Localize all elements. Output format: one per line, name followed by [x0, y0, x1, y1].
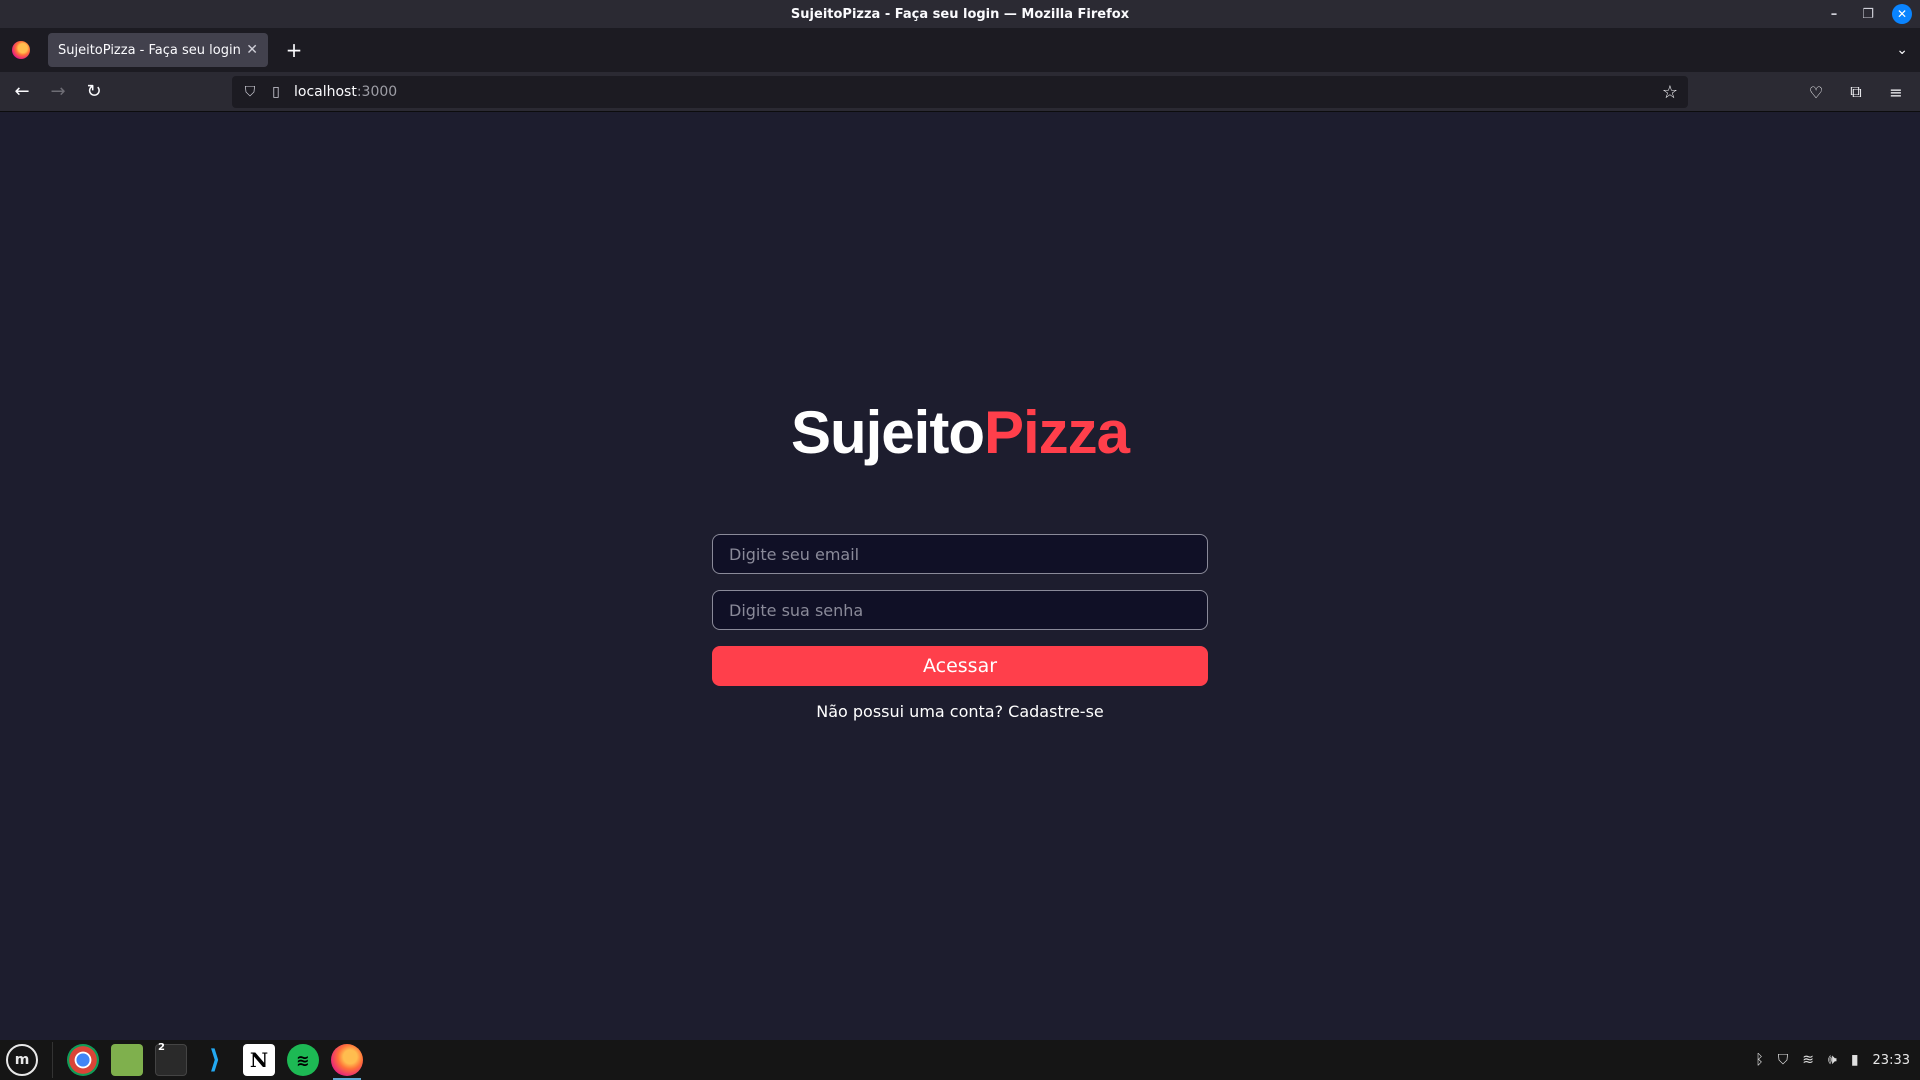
logo-text-sujeito: Sujeito	[790, 399, 985, 466]
vscode-icon[interactable]: ⟩	[199, 1044, 231, 1076]
maximize-icon[interactable]: ❐	[1858, 4, 1878, 24]
tab-active[interactable]: SujeitoPizza - Faça seu login ✕	[48, 33, 268, 67]
taskbar: m 2 ⟩ N ≋ ᛒ ⛉ ≋ 🕪 ▮ 23:33	[0, 1040, 1920, 1080]
shield-icon[interactable]: ⛉	[1778, 1052, 1789, 1068]
tracking-protection-icon[interactable]: ⛉	[242, 84, 258, 100]
bookmark-star-icon[interactable]: ☆	[1662, 82, 1678, 103]
list-all-tabs-icon[interactable]: ⌄	[1896, 42, 1908, 58]
notion-icon[interactable]: N	[243, 1044, 275, 1076]
firefox-view-icon[interactable]	[12, 41, 30, 59]
taskbar-separator	[52, 1042, 53, 1078]
signup-link[interactable]: Não possui uma conta? Cadastre-se	[712, 702, 1208, 721]
menu-icon[interactable]: ≡	[1882, 78, 1910, 106]
app-logo: SujeitoPizza	[0, 398, 1920, 467]
close-window-icon[interactable]: ✕	[1892, 4, 1912, 24]
toolbar-right: ♡ ⧉ ≡	[1802, 78, 1910, 106]
tab-title: SujeitoPizza - Faça seu login	[58, 42, 241, 58]
login-form: Digite seu email Digite sua senha Acessa…	[712, 534, 1208, 721]
pocket-icon[interactable]: ♡	[1802, 78, 1830, 106]
email-input[interactable]: Digite seu email	[712, 534, 1208, 574]
window-titlebar: SujeitoPizza - Faça seu login — Mozilla …	[0, 0, 1920, 28]
clock[interactable]: 23:33	[1873, 1053, 1910, 1068]
system-tray: ᛒ ⛉ ≋ 🕪 ▮ 23:33	[1755, 1040, 1910, 1080]
extensions-icon[interactable]: ⧉	[1842, 78, 1870, 106]
new-tab-icon[interactable]: +	[282, 38, 306, 62]
spotify-icon[interactable]: ≋	[287, 1044, 319, 1076]
chrome-icon[interactable]	[67, 1044, 99, 1076]
tab-strip: SujeitoPizza - Faça seu login ✕ + ⌄	[0, 28, 1920, 72]
logo-text-pizza: Pizza	[983, 399, 1130, 466]
page-content: SujeitoPizza Digite seu email Digite sua…	[0, 112, 1920, 1040]
volume-icon[interactable]: 🕪	[1828, 1052, 1837, 1068]
terminal-window-count: 2	[158, 1042, 165, 1053]
forward-icon[interactable]: →	[44, 78, 72, 106]
navigation-toolbar: ← → ↻ ⛉ ▯ localhost:3000 ☆ ♡ ⧉ ≡	[0, 72, 1920, 112]
battery-icon[interactable]: ▮	[1851, 1052, 1859, 1068]
window-controls: – ❐ ✕	[1824, 4, 1912, 24]
start-menu-icon[interactable]: m	[6, 1044, 38, 1076]
firefox-taskbar-icon[interactable]	[331, 1044, 363, 1080]
window-title: SujeitoPizza - Faça seu login — Mozilla …	[790, 6, 1130, 22]
wifi-icon[interactable]: ≋	[1802, 1052, 1814, 1068]
url-host: localhost	[294, 84, 357, 100]
page-info-icon[interactable]: ▯	[268, 84, 284, 100]
tab-close-icon[interactable]: ✕	[246, 42, 258, 58]
url-port: :3000	[356, 84, 398, 100]
files-icon[interactable]	[111, 1044, 143, 1076]
password-input[interactable]: Digite sua senha	[712, 590, 1208, 630]
terminal-icon[interactable]: 2	[155, 1042, 187, 1076]
url-bar[interactable]: ⛉ ▯ localhost:3000 ☆	[232, 76, 1688, 108]
submit-button[interactable]: Acessar	[712, 646, 1208, 686]
minimize-icon[interactable]: –	[1824, 4, 1844, 24]
reload-icon[interactable]: ↻	[80, 78, 108, 106]
back-icon[interactable]: ←	[8, 78, 36, 106]
bluetooth-icon[interactable]: ᛒ	[1755, 1052, 1763, 1068]
